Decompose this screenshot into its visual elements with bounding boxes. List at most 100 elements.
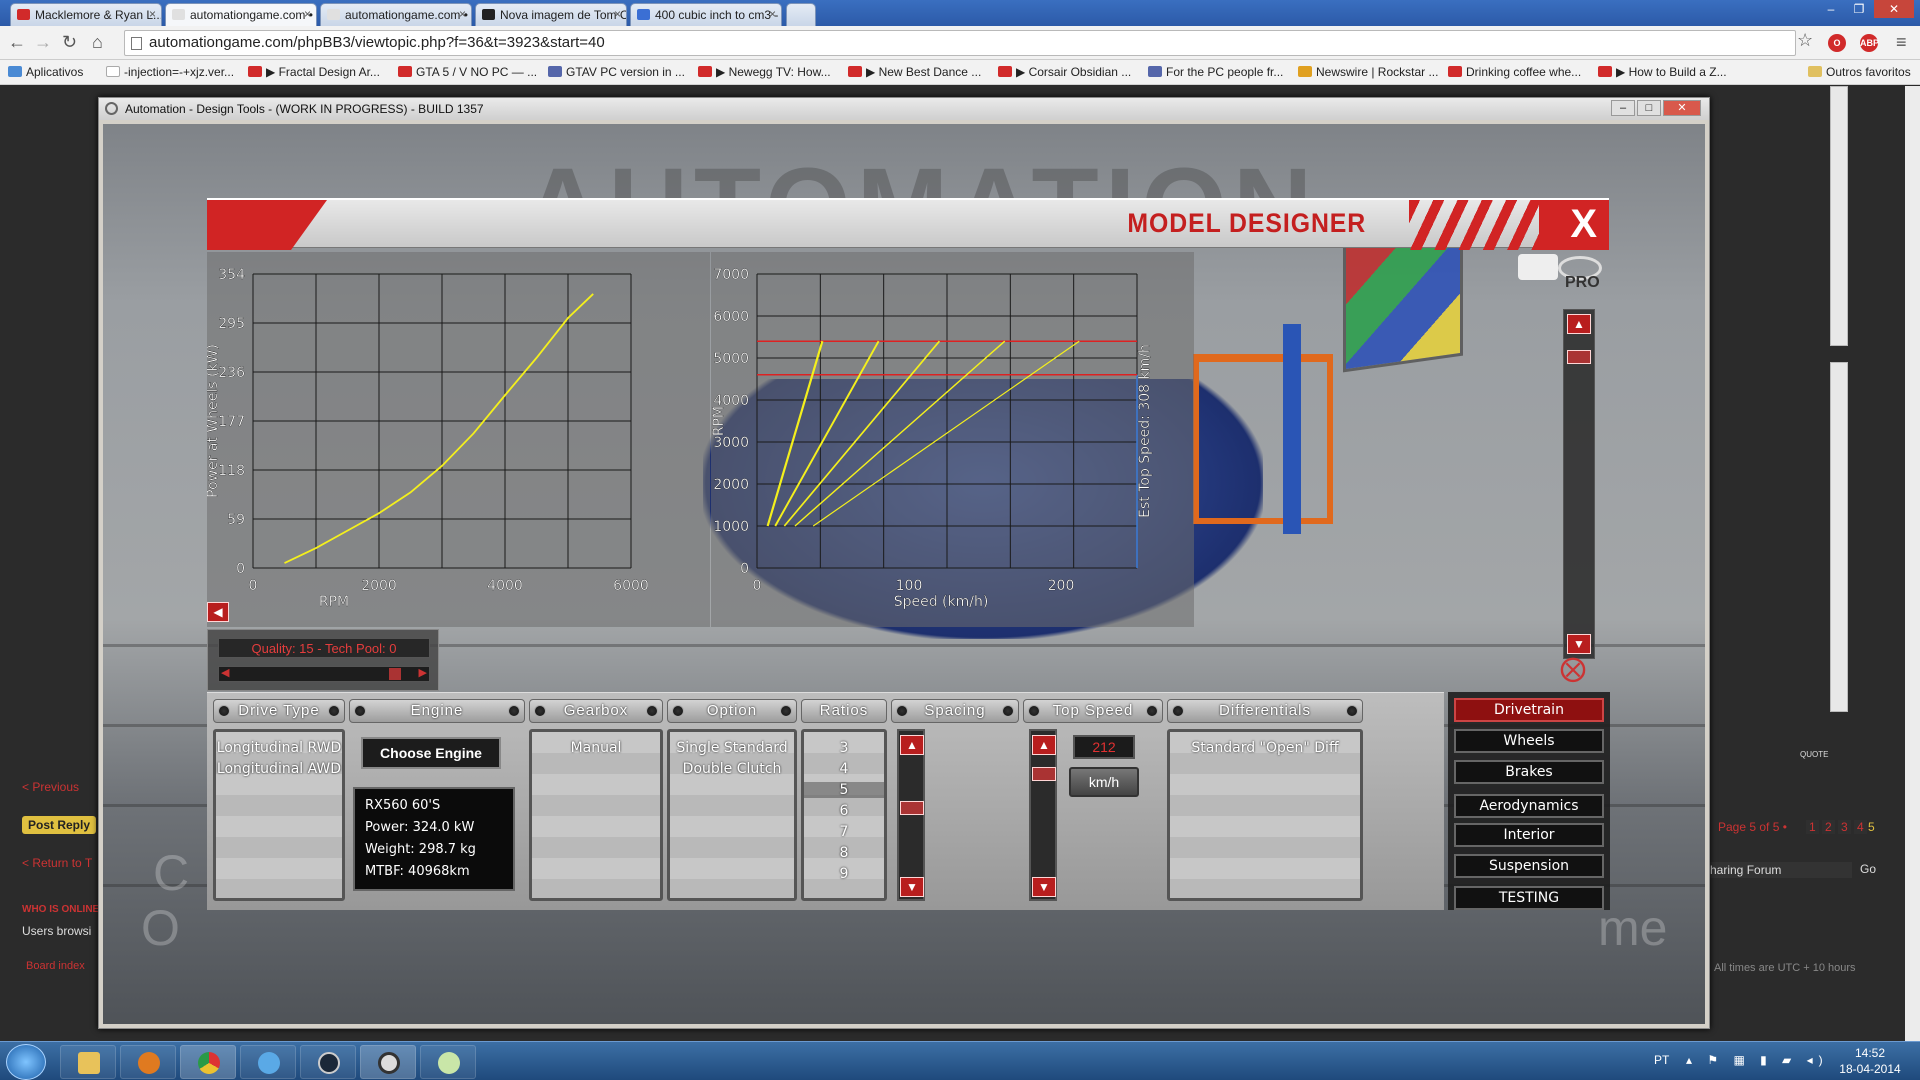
drive-type-option[interactable]: Longitudinal AWD — [216, 761, 342, 777]
minimize-icon[interactable]: – — [1818, 0, 1844, 18]
bookmark[interactable]: ▶ New Best Dance ... — [848, 65, 981, 79]
slider-thumb[interactable] — [900, 801, 924, 815]
address-bar[interactable]: automationgame.com/phpBB3/viewtopic.php?… — [124, 30, 1796, 56]
page-5[interactable]: 5 — [1868, 820, 1875, 834]
chrome-taskbar-button[interactable] — [180, 1045, 236, 1079]
bookmark[interactable]: ▶ Corsair Obsidian ... — [998, 65, 1131, 79]
browser-tab[interactable]: 400 cubic inch to cm3 - P...× — [630, 3, 782, 26]
paint-taskbar-button[interactable] — [420, 1045, 476, 1079]
go-button[interactable]: Go — [1860, 862, 1876, 876]
browser-tab[interactable]: Macklemore & Ryan L... × — [10, 3, 162, 26]
explorer-taskbar-button[interactable] — [60, 1045, 116, 1079]
bookmark[interactable]: GTA 5 / V NO PC — ... — [398, 65, 537, 79]
slider-right-icon[interactable]: ▶ — [419, 666, 427, 679]
start-button[interactable] — [6, 1044, 46, 1080]
back-arrow-icon[interactable]: ← — [8, 32, 26, 53]
bookmark-apps[interactable]: Aplicativos — [8, 65, 83, 79]
browser-tab-active[interactable]: automationgame.com • V...× — [165, 3, 317, 26]
gearbox-option[interactable]: Manual — [532, 740, 660, 756]
bookmark[interactable]: -injection=-+xjz.ver... — [106, 65, 234, 79]
tab-suspension[interactable]: Suspension — [1454, 854, 1604, 878]
return-link[interactable]: < Return to T — [22, 856, 92, 870]
bookmark[interactable]: Drinking coffee whe... — [1448, 65, 1581, 79]
previous-link[interactable]: < Previous — [22, 780, 79, 794]
choose-engine-button[interactable]: Choose Engine — [361, 737, 501, 769]
bookmark[interactable]: ▶ Fractal Design Ar... — [248, 65, 380, 79]
close-window-icon[interactable]: ✕ — [1663, 100, 1701, 116]
star-icon[interactable]: ☆ — [1797, 30, 1813, 51]
forum-select[interactable]: haring Forum — [1706, 862, 1852, 878]
close-tab-icon[interactable]: × — [769, 7, 776, 21]
unit-toggle-button[interactable]: km/h — [1069, 767, 1139, 797]
differential-option[interactable]: Standard "Open" Diff — [1170, 740, 1360, 756]
tab-wheels[interactable]: Wheels — [1454, 729, 1604, 753]
ratio-option[interactable]: 9 — [804, 866, 884, 882]
system-clock[interactable]: 14:52 18-04-2014 — [1830, 1045, 1910, 1077]
option-choice[interactable]: Double Clutch — [670, 761, 794, 777]
language-indicator[interactable]: PT — [1654, 1053, 1669, 1067]
reset-camera-icon[interactable]: ⨂ — [1555, 655, 1591, 682]
board-index-link[interactable]: Board index — [26, 960, 85, 972]
tab-brakes[interactable]: Brakes — [1454, 760, 1604, 784]
close-window-icon[interactable]: ✕ — [1874, 0, 1914, 18]
camera-icon[interactable] — [1518, 254, 1558, 280]
ratio-option[interactable]: 8 — [804, 845, 884, 861]
browser-tab[interactable]: automationgame.com • V...× — [320, 3, 472, 26]
chevron-down-icon[interactable]: ▼ — [900, 877, 924, 897]
spacing-slider[interactable]: ▲ ▼ — [897, 729, 925, 901]
post-scrollbar[interactable] — [1830, 362, 1848, 712]
page-number-1[interactable]: 1 — [1806, 820, 1819, 834]
chevron-up-icon[interactable]: ▲ — [900, 735, 924, 755]
close-tab-icon[interactable]: × — [614, 7, 621, 21]
option-choice[interactable]: Single Standard — [670, 740, 794, 756]
bookmark[interactable]: ▶ How to Build a Z... — [1598, 65, 1727, 79]
bookmark[interactable]: For the PC people fr... — [1148, 65, 1283, 79]
tray-icons[interactable]: ▴ ⚑ ▦ ▮ ▰ ◂) — [1686, 1053, 1829, 1067]
chevron-down-icon[interactable]: ▼ — [1567, 634, 1591, 654]
ratio-option[interactable]: 3 — [804, 740, 884, 756]
post-reply-button[interactable]: Post Reply — [22, 816, 97, 834]
adblock-icon[interactable]: ABP — [1860, 34, 1879, 52]
quality-slider[interactable]: ◀ ▶ — [218, 666, 430, 682]
drive-type-option[interactable]: Longitudinal RWD — [216, 740, 342, 756]
reload-icon[interactable]: ↻ — [62, 32, 77, 53]
maximize-icon[interactable]: □ — [1637, 100, 1661, 116]
bookmark-other[interactable]: Outros favoritos — [1808, 65, 1911, 79]
menu-icon[interactable]: ≡ — [1896, 32, 1907, 53]
minimize-icon[interactable]: – — [1611, 100, 1635, 116]
tab-testing[interactable]: TESTING — [1454, 886, 1604, 910]
chevron-down-icon[interactable]: ▼ — [1032, 877, 1056, 897]
bookmark[interactable]: GTAV PC version in ... — [548, 65, 685, 79]
page-number-2[interactable]: 2 — [1822, 820, 1835, 834]
slider-left-icon[interactable]: ◀ — [221, 666, 229, 679]
close-tab-icon[interactable]: × — [459, 7, 466, 21]
close-designer-button[interactable]: X — [1570, 202, 1597, 247]
ratio-option-selected[interactable]: 5 — [804, 782, 884, 798]
collapse-left-icon[interactable]: ◀ — [207, 602, 229, 622]
browser-tab[interactable]: Nova imagem de Tom Cl...× — [475, 3, 627, 26]
close-tab-icon[interactable]: × — [304, 7, 311, 21]
steam-taskbar-button[interactable] — [300, 1045, 356, 1079]
ratio-option[interactable]: 7 — [804, 824, 884, 840]
page-scrollbar[interactable] — [1905, 86, 1920, 1041]
page-number-4[interactable]: 4 — [1854, 820, 1867, 834]
maximize-icon[interactable]: ❐ — [1846, 0, 1872, 18]
slider-thumb[interactable] — [389, 668, 401, 680]
tab-aerodynamics[interactable]: Aerodynamics — [1454, 794, 1604, 818]
media-taskbar-button[interactable] — [120, 1045, 176, 1079]
chevron-up-icon[interactable]: ▲ — [1567, 314, 1591, 334]
tab-drivetrain[interactable]: Drivetrain — [1454, 698, 1604, 722]
post-scrollbar[interactable] — [1830, 86, 1848, 346]
opera-extension-icon[interactable]: O — [1828, 34, 1846, 52]
quote-button[interactable]: QUOTE — [1800, 750, 1828, 759]
bookmark[interactable]: ▶ Newegg TV: How... — [698, 65, 831, 79]
automation-taskbar-button[interactable] — [360, 1045, 416, 1079]
page-number-3[interactable]: 3 — [1838, 820, 1851, 834]
home-icon[interactable]: ⌂ — [92, 32, 103, 53]
new-tab-button[interactable] — [786, 3, 816, 26]
camera-slider[interactable]: ▲ ▼ — [1563, 309, 1595, 659]
slider-thumb[interactable] — [1567, 350, 1591, 364]
close-tab-icon[interactable]: × — [149, 7, 156, 21]
ratio-option[interactable]: 6 — [804, 803, 884, 819]
ratio-option[interactable]: 4 — [804, 761, 884, 777]
